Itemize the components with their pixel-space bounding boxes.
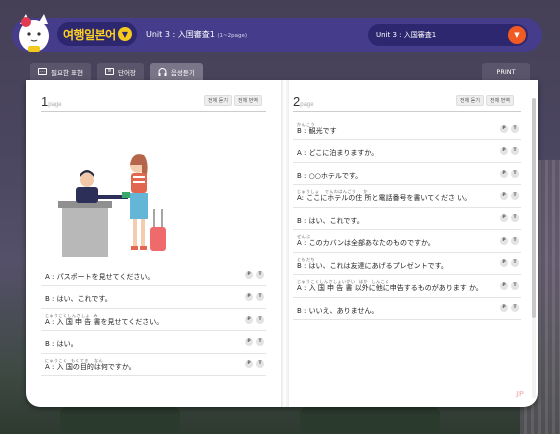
page-suffix: page <box>48 102 62 108</box>
unit-title-text: Unit 3 : 入国審査1 <box>146 30 215 39</box>
tab-listen[interactable]: 음성듣기 <box>149 63 203 80</box>
dialogue-row: にゅうこく もくてき なん A : 入 国の目的は何ですか。 P T <box>41 354 266 377</box>
translate-icon[interactable]: T <box>256 360 264 369</box>
unit-select-value: Unit 3 : 入国審査1 <box>376 31 437 39</box>
dialogue-row: じゅうしょ でんわばんごう か A: ここにホテルの住 所と電話番号を書いてくださ… <box>293 185 521 208</box>
page-buttons: 전체 듣기 전체 번역 <box>204 95 262 106</box>
page-number: 1page <box>41 94 62 109</box>
page-number: 2page <box>293 94 314 109</box>
dialogue-row: B : ○○ホテルです。 P T <box>293 163 521 186</box>
play-icon[interactable]: P <box>245 270 253 279</box>
dialogue-row: B : はい、これです。 P T <box>293 208 521 231</box>
dialogue-text: A : どこに泊まりますか。 <box>297 149 379 158</box>
dialogue-row: じゅうこくしんさしょいがい ほか しんこく A : 入 国 申 告 書 以外に他に… <box>293 275 521 298</box>
book-icon: ≡ <box>104 68 114 75</box>
dialogue-text: B : ○○ホテルです。 <box>297 171 363 180</box>
play-icon[interactable]: P <box>245 315 253 324</box>
translate-all-button[interactable]: 전체 번역 <box>234 95 262 106</box>
dialogue-text: A : パスポートを見せてください。 <box>45 273 155 281</box>
unit-select[interactable]: Unit 3 : 入国審査1 ▼ <box>368 24 528 46</box>
dialogue-text: A : 入 国の目的は何ですか。 <box>45 362 136 371</box>
dialogue-text: B : はい、これは友達にあげるプレゼントです。 <box>297 261 448 270</box>
page-1: 1page 전체 듣기 전체 번역 A: パスポートを見せてください。 P T… <box>26 80 281 407</box>
page-divider <box>293 111 521 112</box>
dialogue-text: A : このカバンは全部あなたのものですか。 <box>297 239 435 248</box>
translate-icon[interactable]: T <box>256 338 264 347</box>
page-divider <box>41 111 266 112</box>
dialogue-row: B : はい。 P T <box>41 331 266 354</box>
dialogue-text: B : いいえ、ありません。 <box>297 306 379 315</box>
translate-icon[interactable]: T <box>511 147 519 156</box>
translate-icon[interactable]: T <box>511 304 519 313</box>
book-spine <box>281 80 289 407</box>
page-buttons: 전체 듣기 전체 번역 <box>456 95 514 106</box>
mascot-logo <box>14 10 54 54</box>
tab-label: 단어장 <box>117 68 136 77</box>
dialogue-text: B : はい、これです。 <box>45 295 112 304</box>
dialogue-text: B : はい。 <box>45 340 78 349</box>
tab-bar: … 필요한 표현 ≡ 단어장 음성듣기 <box>30 63 203 80</box>
print-button[interactable]: PRINT <box>482 63 530 80</box>
unit-pages: (1~2page) <box>217 33 247 39</box>
page-suffix: page <box>300 102 314 108</box>
translate-all-button[interactable]: 전체 번역 <box>486 95 514 106</box>
translate-icon[interactable]: T <box>511 259 519 268</box>
play-icon[interactable]: P <box>245 293 253 302</box>
dialogue-text: A : 入 国 申 告 書 以外に他に申告するものがあります か。 <box>297 284 483 293</box>
immigration-illustration <box>58 154 166 257</box>
brand-label: 여행일본어 <box>63 27 116 42</box>
headphone-icon <box>158 67 167 76</box>
dialogue-row: じゅうこくしんさしょ みA : 入 国 申 告 書を見せてください。 P T <box>41 309 266 332</box>
chat-icon: … <box>38 68 47 75</box>
translate-icon[interactable]: T <box>511 192 519 201</box>
chevron-down-icon[interactable]: ▼ <box>508 26 526 44</box>
translate-icon[interactable]: T <box>511 281 519 290</box>
scrollbar-thumb[interactable] <box>532 98 536 318</box>
play-icon[interactable]: P <box>500 124 508 133</box>
dialogue-row: ともだち B : はい、これは友達にあげるプレゼントです。 P T <box>293 253 521 276</box>
listen-all-button[interactable]: 전체 듣기 <box>204 95 232 106</box>
dialogue-row: ぜんぶ A : このカバンは全部あなたのものですか。 P T <box>293 230 521 253</box>
play-icon[interactable]: P <box>500 147 508 156</box>
tab-label: 필요한 표현 <box>51 68 83 77</box>
chevron-down-icon[interactable]: ▼ <box>118 27 132 41</box>
play-icon[interactable]: P <box>500 304 508 313</box>
play-icon[interactable]: P <box>245 360 253 369</box>
play-icon[interactable]: P <box>500 259 508 268</box>
translate-icon[interactable]: T <box>256 270 264 279</box>
dialogue-row: B : いいえ、ありません。 P T <box>293 298 521 320</box>
book: 1page 전체 듣기 전체 번역 A: パスポートを見せてください。 P T… <box>26 80 538 407</box>
tab-label: 음성듣기 <box>170 68 195 77</box>
dialogue-text: A: ここにホテルの住 所と電話番号を書いてくださ い。 <box>297 194 472 203</box>
play-icon[interactable]: P <box>245 338 253 347</box>
tab-expressions[interactable]: … 필요한 표현 <box>30 63 91 80</box>
dialogue-text: B : 観光です <box>297 127 337 135</box>
brand-dropdown[interactable]: 여행일본어 ▼ <box>57 22 137 46</box>
play-icon[interactable]: P <box>500 236 508 245</box>
play-icon[interactable]: P <box>500 169 508 178</box>
translate-icon[interactable]: T <box>256 315 264 324</box>
dialogue-list: A : パスポートを見せてください。 P T B : はい、これです。 P T じゅうこ… <box>41 264 266 377</box>
play-icon[interactable]: P <box>500 214 508 223</box>
dialogue-text: A : 入 国 申 告 書を見せてください。 <box>45 317 164 326</box>
tab-vocabulary[interactable]: ≡ 단어장 <box>96 63 144 80</box>
translate-icon[interactable]: T <box>256 293 264 302</box>
play-icon[interactable]: P <box>500 192 508 201</box>
translate-icon[interactable]: T <box>511 124 519 133</box>
translate-icon[interactable]: T <box>511 169 519 178</box>
translate-icon[interactable]: T <box>511 214 519 223</box>
page-2: 2page 전체 듣기 전체 번역 かんこう B : 観光です P T A : どこに… <box>289 80 531 407</box>
dialogue-row: B : はい、これです。 P T <box>41 286 266 309</box>
translate-icon[interactable]: T <box>511 236 519 245</box>
unit-title: Unit 3 : 入国審査1 (1~2page) <box>146 29 247 40</box>
dialogue-row: A : どこに泊まりますか。 P T <box>293 140 521 163</box>
play-icon[interactable]: P <box>500 281 508 290</box>
dialogue-text: B : はい、これです。 <box>297 216 364 225</box>
dialogue-row: A : パスポートを見せてください。 P T <box>41 264 266 287</box>
dialogue-list: かんこう B : 観光です P T A : どこに泊まりますか。 P T B : ○○ホテ… <box>293 118 521 320</box>
listen-all-button[interactable]: 전체 듣기 <box>456 95 484 106</box>
jp-watermark: JP <box>516 390 524 398</box>
dialogue-row: かんこう B : 観光です P T <box>293 118 521 141</box>
